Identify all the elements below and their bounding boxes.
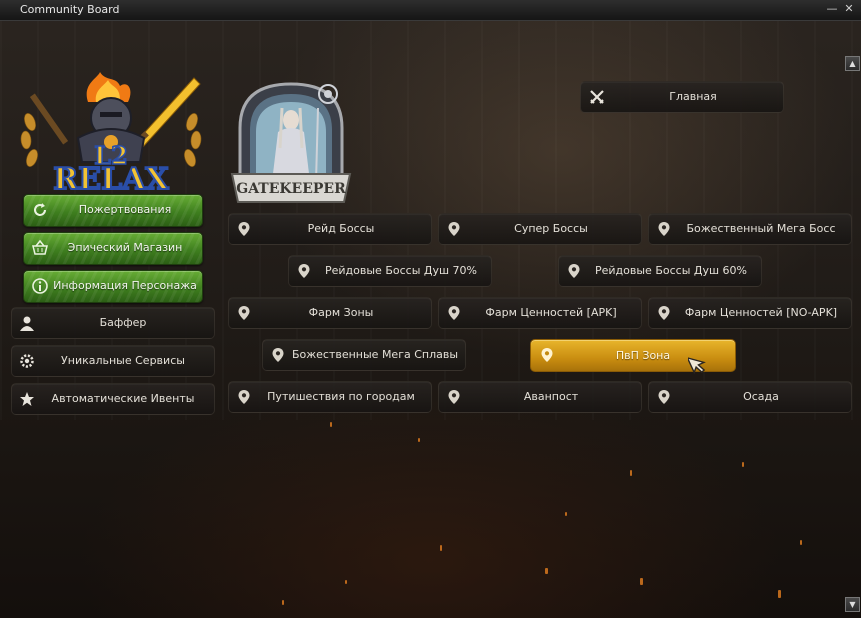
- spark: [778, 590, 781, 598]
- character-info-label: Информация Персонажа: [53, 279, 197, 292]
- location-farm-values-no-apk[interactable]: Фарм Ценностей [NO-APK]: [648, 297, 852, 329]
- map-pin-icon: [448, 306, 460, 320]
- location-farm-values-apk[interactable]: Фарм Ценностей [APK]: [438, 297, 642, 329]
- home-label: Главная: [669, 90, 717, 103]
- scroll-down-button[interactable]: ▼: [845, 597, 860, 612]
- crossed-swords-icon: [590, 90, 604, 104]
- refresh-icon: [34, 203, 46, 216]
- epic-shop-label: Эпический Магазин: [67, 241, 183, 254]
- map-pin-icon: [298, 264, 310, 278]
- location-label: Путишествия по городам: [267, 390, 415, 403]
- location-label: Божественные Мега Сплавы: [291, 348, 459, 361]
- buffer-button[interactable]: Баффер: [11, 307, 215, 339]
- person-icon: [20, 316, 34, 331]
- location-label: Фарм Ценностей [NO-APK]: [684, 306, 838, 319]
- window-title: Community Board: [20, 3, 120, 16]
- location-label: Божественный Мега Босс: [686, 222, 836, 235]
- spark: [565, 512, 567, 516]
- unique-services-button[interactable]: Уникальные Сервисы: [11, 345, 215, 377]
- gear-icon: [20, 354, 34, 368]
- spark: [440, 545, 442, 551]
- map-pin-icon: [448, 222, 460, 236]
- unique-services-label: Уникальные Сервисы: [61, 354, 185, 367]
- map-pin-icon: [658, 390, 670, 404]
- auto-events-button[interactable]: Автоматические Ивенты: [11, 383, 215, 415]
- location-label: Фарм Ценностей [APK]: [485, 306, 617, 319]
- location-label: Рейдовые Боссы Душ 60%: [595, 264, 747, 277]
- spark: [800, 540, 802, 545]
- location-label: Рейд Боссы: [307, 222, 375, 235]
- location-label: Супер Боссы: [514, 222, 588, 235]
- title-bar[interactable]: Community Board — ✕: [0, 0, 861, 21]
- map-pin-icon: [448, 390, 460, 404]
- spark: [742, 462, 744, 467]
- location-divine-mega-alloys[interactable]: Божественные Мега Сплавы: [262, 339, 466, 371]
- location-super-bosses[interactable]: Супер Боссы: [438, 213, 642, 245]
- spark: [282, 600, 284, 605]
- auto-events-label: Автоматические Ивенты: [51, 392, 195, 405]
- gatekeeper-label: GATEKEEPER: [236, 181, 346, 197]
- spark: [330, 422, 332, 427]
- map-pin-icon: [658, 222, 670, 236]
- spark: [545, 568, 548, 574]
- star-icon: [20, 392, 34, 406]
- location-soul-raid-70[interactable]: Рейдовые Боссы Душ 70%: [288, 255, 492, 287]
- minimize-icon[interactable]: —: [826, 3, 838, 15]
- map-pin-icon: [238, 306, 250, 320]
- donations-button[interactable]: Пожертвования: [23, 194, 203, 227]
- home-button[interactable]: Главная: [580, 81, 784, 113]
- spark: [345, 580, 347, 584]
- map-pin-icon: [568, 264, 580, 278]
- donations-label: Пожертвования: [78, 203, 172, 216]
- logo-name: RELAX: [53, 162, 169, 194]
- gatekeeper-portrait: GATEKEEPER: [230, 82, 352, 203]
- location-label: Фарм Зоны: [308, 306, 374, 319]
- close-icon[interactable]: ✕: [843, 3, 855, 15]
- map-pin-icon: [272, 348, 284, 362]
- location-raid-bosses[interactable]: Рейд Боссы: [228, 213, 432, 245]
- location-label: Рейдовые Боссы Душ 70%: [325, 264, 477, 277]
- location-town-travel[interactable]: Путишествия по городам: [228, 381, 432, 413]
- map-pin-icon: [238, 390, 250, 404]
- info-icon: [32, 278, 48, 294]
- location-label: Аванпост: [523, 390, 579, 403]
- location-farm-zones[interactable]: Фарм Зоны: [228, 297, 432, 329]
- server-logo: L2 RELAX: [20, 72, 202, 194]
- spark: [640, 578, 643, 585]
- location-divine-mega-boss[interactable]: Божественный Мега Босс: [648, 213, 852, 245]
- hand-cursor-icon: [688, 356, 706, 375]
- location-soul-raid-60[interactable]: Рейдовые Боссы Душ 60%: [558, 255, 762, 287]
- spark: [630, 470, 632, 476]
- basket-icon: [32, 239, 48, 255]
- epic-shop-button[interactable]: Эпический Магазин: [23, 232, 203, 265]
- map-pin-icon: [238, 222, 250, 236]
- map-pin-icon: [658, 306, 670, 320]
- location-siege[interactable]: Осада: [648, 381, 852, 413]
- location-outpost[interactable]: Аванпост: [438, 381, 642, 413]
- buffer-label: Баффер: [99, 316, 147, 329]
- scroll-up-button[interactable]: ▲: [845, 56, 860, 71]
- character-info-button[interactable]: Информация Персонажа: [23, 270, 203, 303]
- location-label: Осада: [743, 390, 779, 403]
- spark: [418, 438, 420, 442]
